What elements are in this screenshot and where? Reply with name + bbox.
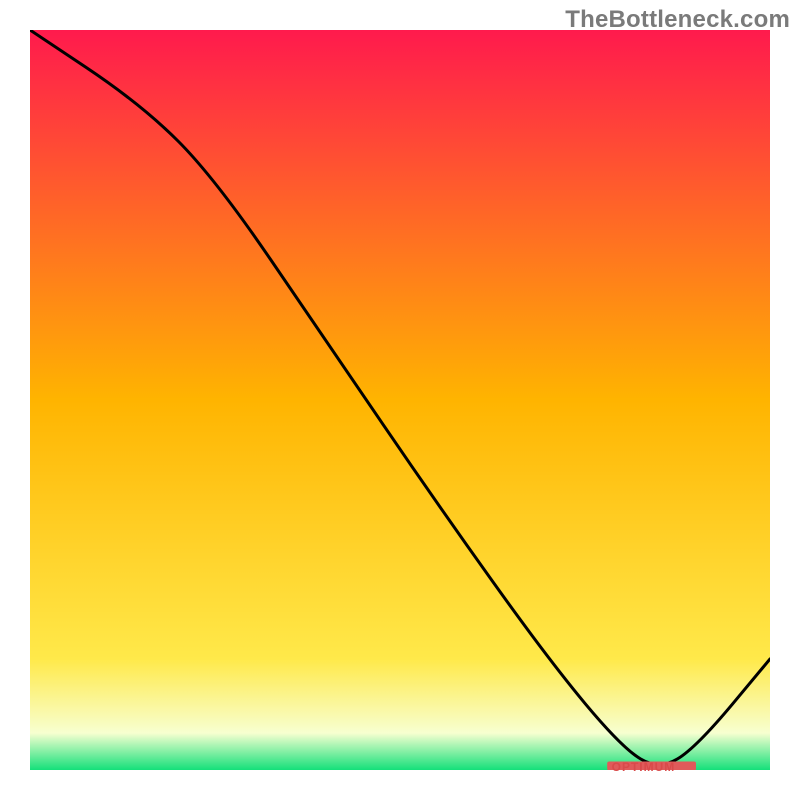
plot-area (30, 30, 770, 770)
chart-stage: TheBottleneck.com OPTIMUM (0, 0, 800, 800)
plot-svg (30, 30, 770, 770)
gradient-background (30, 30, 770, 770)
optimum-marker (607, 762, 696, 771)
